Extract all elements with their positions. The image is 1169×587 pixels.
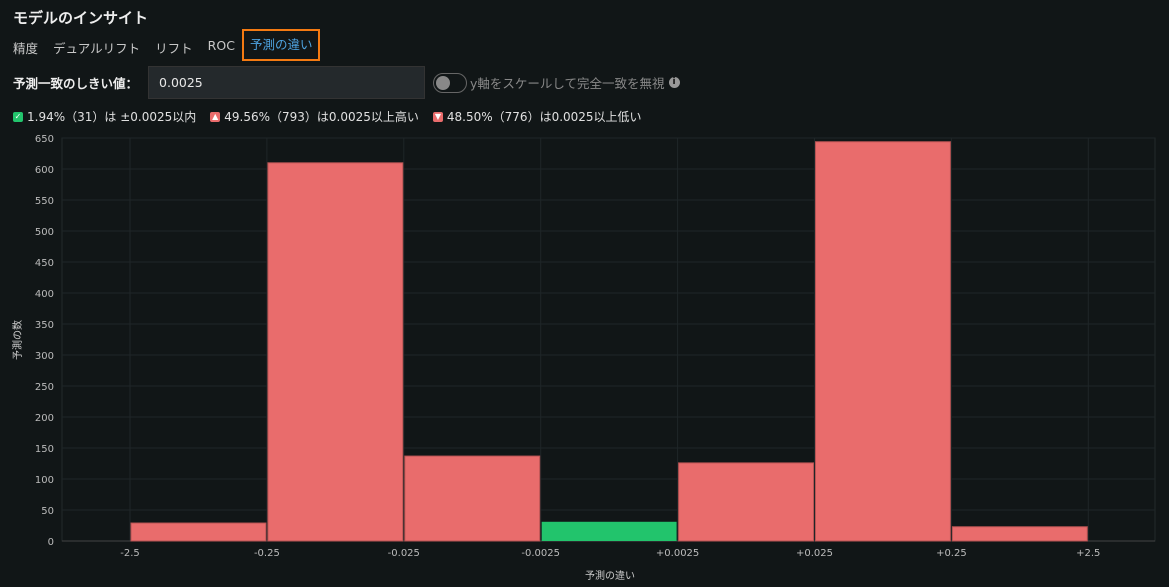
- histogram-bar: [404, 455, 541, 542]
- y-tick-label: 100: [35, 475, 54, 486]
- x-tick-label: -0.25: [254, 548, 280, 559]
- y-tick-label: 600: [35, 165, 54, 176]
- x-axis-label: 予測の違い: [585, 569, 635, 582]
- y-tick-label: 450: [35, 258, 54, 269]
- histogram-bar: [815, 141, 951, 542]
- histogram-bar: [541, 521, 677, 541]
- x-tick-label: -0.025: [388, 548, 420, 559]
- histogram-chart: 0 50 100 150 200 250 300 350 400 450 500 550 600 650 -…: [11, 134, 1156, 582]
- x-tick-label: +0.025: [796, 548, 833, 559]
- histogram-bar: [130, 522, 267, 542]
- histogram-bar: [951, 526, 1088, 542]
- y-tick-label: 400: [35, 289, 54, 300]
- y-tick-label: 650: [35, 134, 54, 145]
- y-axis-label: 予測の数: [11, 320, 24, 360]
- x-tick-label: +0.0025: [656, 548, 699, 559]
- x-tick-label: -0.0025: [521, 548, 560, 559]
- y-tick-label: 350: [35, 320, 54, 331]
- histogram-bar: [267, 162, 404, 542]
- x-tick-label: -2.5: [120, 548, 140, 559]
- x-tick-label: +0.25: [936, 548, 967, 559]
- y-tick-label: 50: [41, 506, 54, 517]
- x-tick-label: +2.5: [1076, 548, 1100, 559]
- histogram-bar: [678, 462, 814, 542]
- y-tick-label: 200: [35, 413, 54, 424]
- y-tick-label: 550: [35, 196, 54, 207]
- y-tick-label: 250: [35, 382, 54, 393]
- y-tick-label: 300: [35, 351, 54, 362]
- y-tick-label: 500: [35, 227, 54, 238]
- y-tick-label: 150: [35, 444, 54, 455]
- plot-frame: [61, 137, 1156, 542]
- y-tick-label: 0: [48, 537, 54, 548]
